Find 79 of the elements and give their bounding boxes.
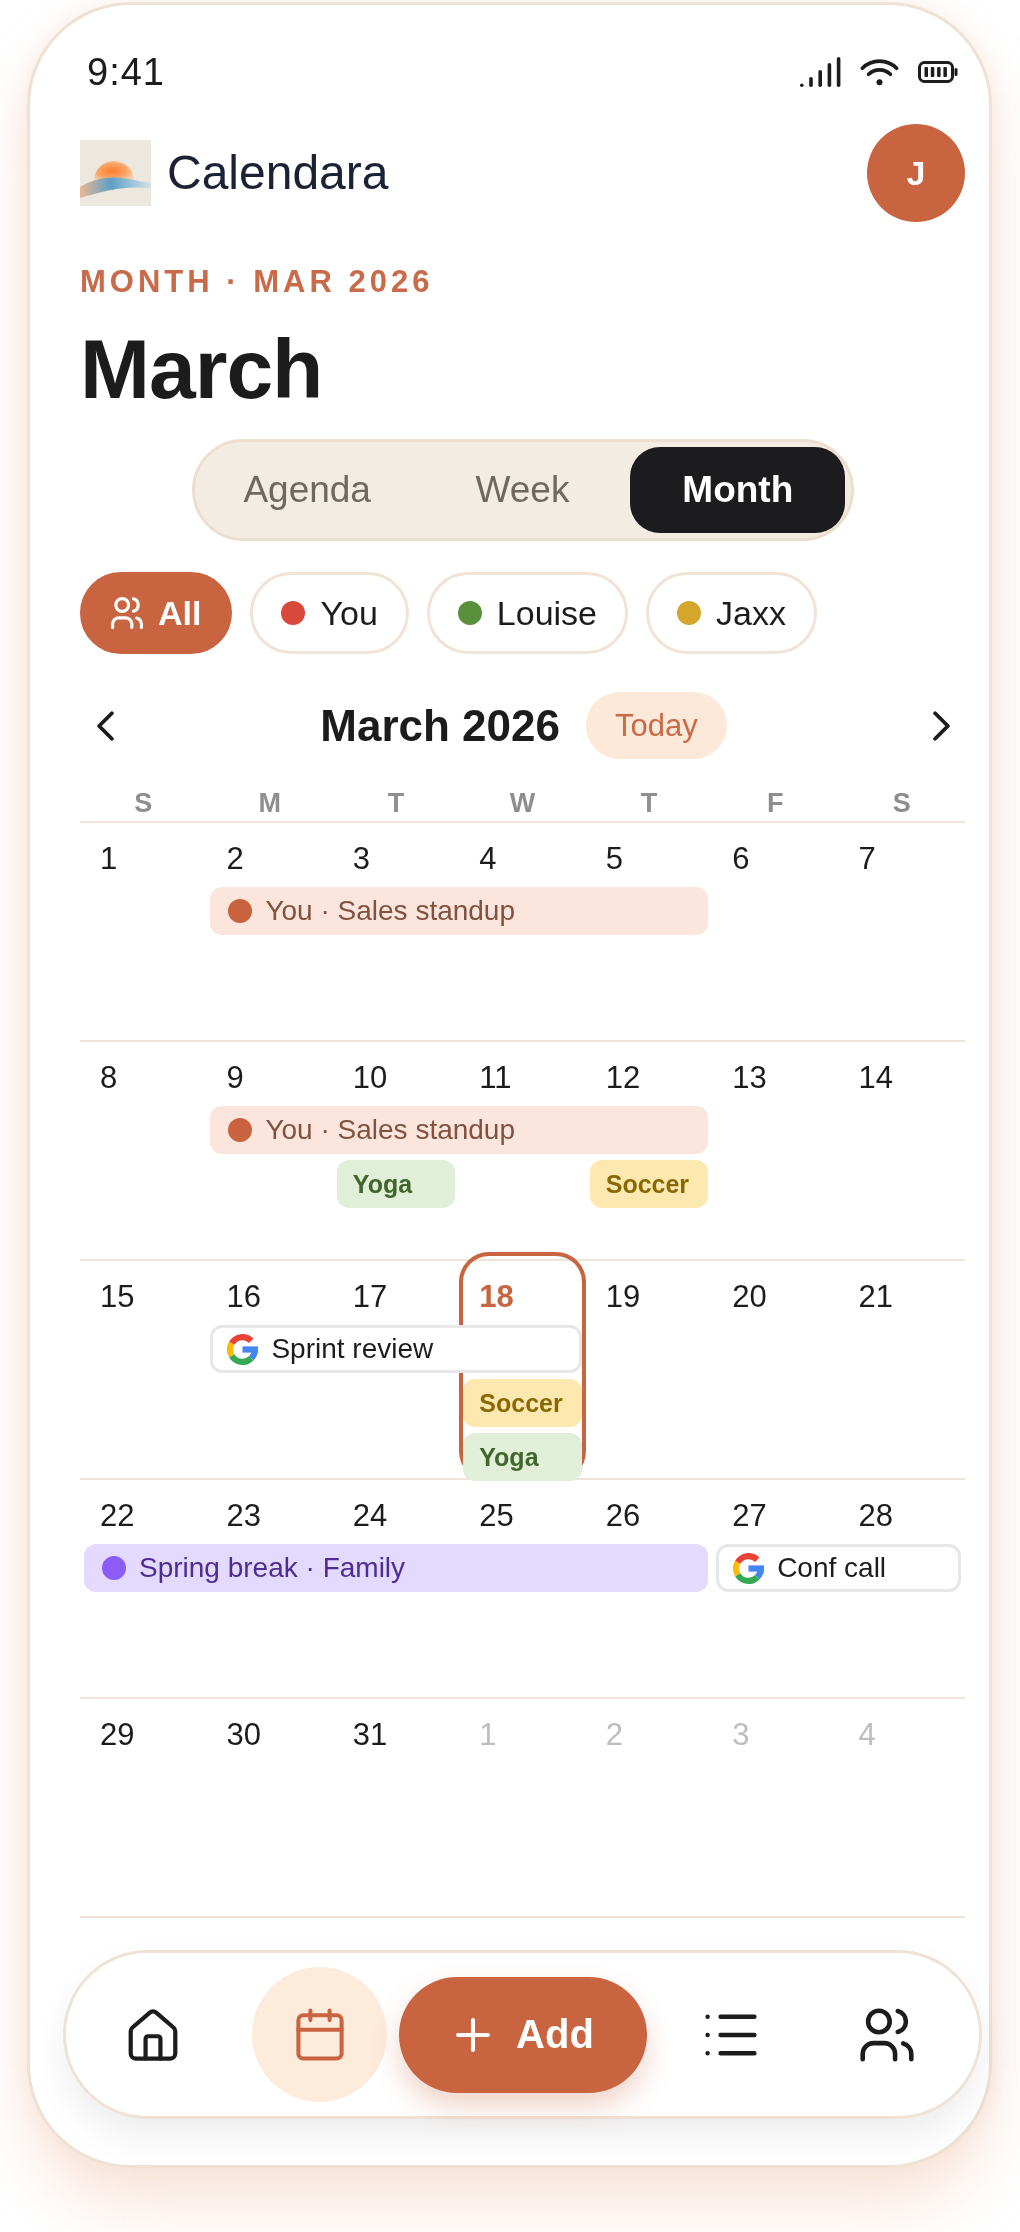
event-bar[interactable]: You · Sales standup — [210, 887, 709, 935]
battery-icon — [918, 61, 958, 83]
event-chip[interactable]: Yoga — [463, 1433, 582, 1481]
app-name: Calendara — [167, 145, 389, 201]
day-number: 30 — [226, 1716, 261, 1754]
day-number: 15 — [100, 1278, 135, 1316]
filter-chip[interactable]: All — [80, 572, 233, 654]
weekday-label: M — [258, 787, 281, 820]
filter-chip[interactable]: You — [250, 572, 409, 654]
day-number: 4 — [858, 1716, 876, 1754]
signal-icon — [800, 57, 841, 87]
day-number: 18 — [479, 1278, 514, 1316]
event-bar[interactable]: You · Sales standup — [210, 1106, 709, 1154]
event-chip[interactable]: Soccer — [463, 1379, 582, 1427]
day-number: 3 — [352, 840, 371, 878]
day-number: 25 — [479, 1497, 514, 1535]
day-number: 21 — [858, 1278, 894, 1316]
day-number: 2 — [226, 840, 244, 878]
plus-icon — [456, 2017, 491, 2052]
day-number: 28 — [858, 1497, 894, 1535]
event-bar[interactable]: Spring break · Family — [84, 1544, 709, 1592]
day-number: 8 — [100, 1059, 118, 1097]
weekday-label: W — [509, 787, 536, 820]
day-number: 20 — [732, 1278, 767, 1316]
day-number: 1 — [100, 840, 118, 878]
day-number: 7 — [858, 840, 876, 878]
event-chip[interactable]: Yoga — [336, 1160, 456, 1208]
event-bar[interactable]: Sprint review — [210, 1325, 582, 1373]
g-logo-icon — [227, 1333, 259, 1365]
status-time: 9:41 — [87, 50, 165, 94]
view-subtitle: MONTH · MAR 2026 — [80, 264, 434, 300]
day-number: 14 — [858, 1059, 894, 1097]
list-icon[interactable] — [705, 2013, 757, 2056]
filter-chip[interactable]: Louise — [426, 572, 629, 654]
g-logo-icon — [733, 1552, 765, 1584]
day-number: 10 — [352, 1059, 388, 1097]
day-number: 5 — [605, 840, 623, 878]
view-tab[interactable]: Agenda — [199, 447, 415, 533]
day-number: 2 — [605, 1716, 623, 1754]
weekday-label: S — [892, 787, 911, 820]
wifi-icon — [860, 58, 899, 86]
weekday-label: T — [387, 787, 405, 820]
add-button[interactable]: Add — [399, 1976, 647, 2093]
home-icon[interactable] — [128, 2008, 178, 2061]
day-number: 17 — [352, 1278, 388, 1316]
day-number: 4 — [479, 840, 497, 878]
day-number: 6 — [732, 840, 750, 878]
view-tab[interactable]: Week — [414, 447, 631, 533]
people-icon — [111, 597, 143, 629]
day-number: 29 — [100, 1716, 135, 1754]
day-number: 11 — [479, 1059, 512, 1097]
sunset-logo-icon — [80, 140, 151, 206]
avatar-button[interactable]: J — [867, 124, 965, 222]
day-number: 1 — [479, 1716, 497, 1754]
page-title: March — [80, 321, 323, 417]
view-tab[interactable]: Month — [630, 447, 846, 533]
weekday-label: T — [640, 787, 658, 820]
day-number: 3 — [732, 1716, 750, 1754]
day-number: 9 — [226, 1059, 244, 1097]
day-number: 19 — [605, 1278, 641, 1316]
today-button[interactable]: Today — [586, 692, 727, 759]
chevron-left-icon[interactable] — [97, 710, 114, 741]
weekday-label: F — [767, 787, 784, 820]
event-bar[interactable]: Conf call — [716, 1544, 961, 1592]
day-number: 22 — [100, 1497, 135, 1535]
event-chip[interactable]: Soccer — [589, 1160, 709, 1208]
filter-chip[interactable]: Jaxx — [646, 572, 817, 654]
people-icon[interactable] — [860, 2007, 914, 2062]
day-number: 23 — [226, 1497, 261, 1535]
day-number: 12 — [605, 1059, 641, 1097]
chevron-right-icon[interactable] — [933, 710, 950, 741]
day-number: 24 — [352, 1497, 388, 1535]
day-number: 26 — [605, 1497, 641, 1535]
month-title: March 2026 — [320, 700, 560, 751]
day-number: 27 — [732, 1497, 767, 1535]
day-number: 31 — [352, 1716, 388, 1754]
day-number: 13 — [732, 1059, 767, 1097]
day-number: 16 — [226, 1278, 261, 1316]
weekday-label: S — [134, 787, 153, 820]
